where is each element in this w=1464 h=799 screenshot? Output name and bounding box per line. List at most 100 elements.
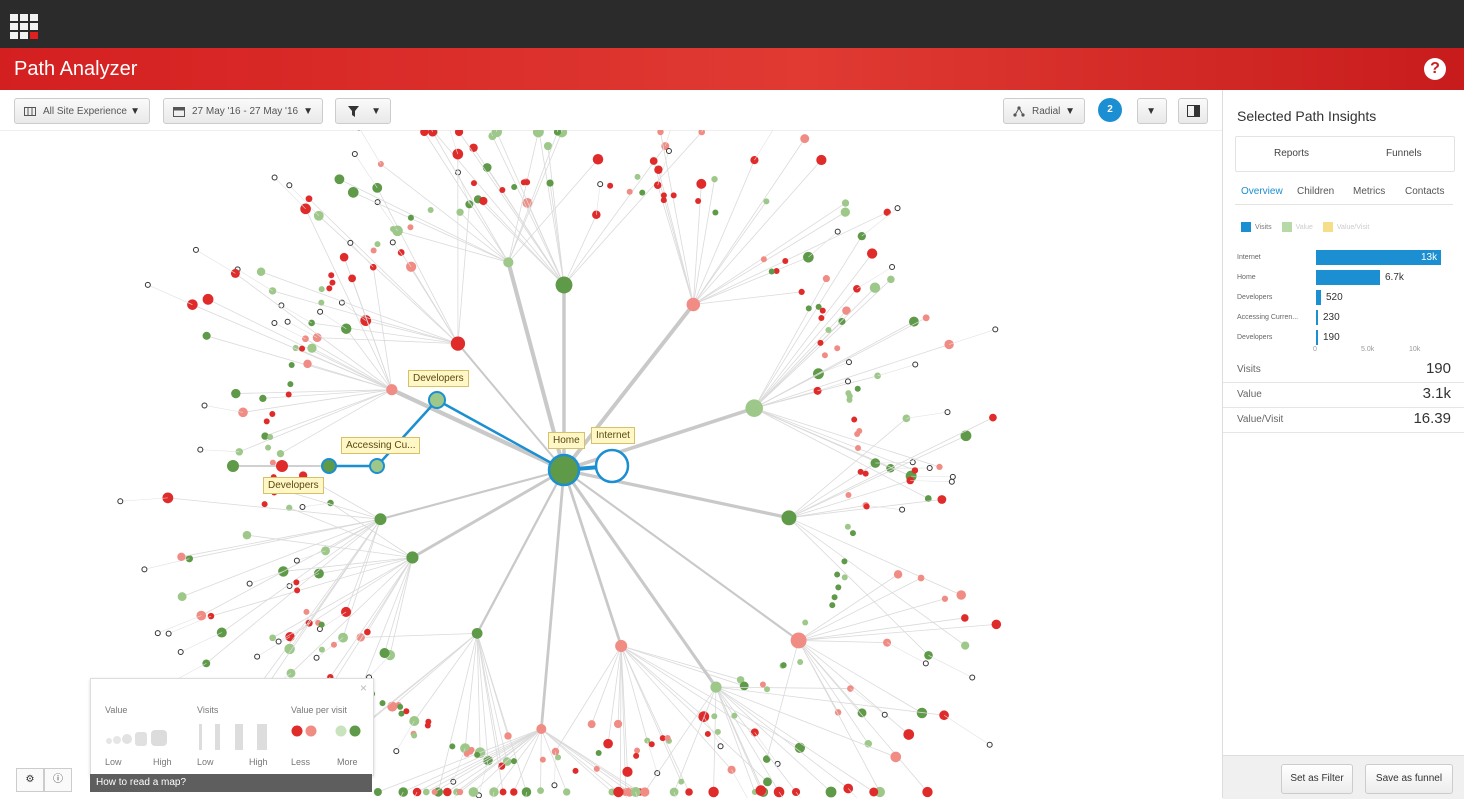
ring-node[interactable] xyxy=(820,308,826,314)
path-node[interactable] xyxy=(479,197,487,205)
ring-node[interactable] xyxy=(671,192,677,198)
ring-node[interactable] xyxy=(289,362,295,368)
ring-node[interactable] xyxy=(607,183,613,189)
path-node[interactable] xyxy=(903,414,911,422)
hub-node[interactable] xyxy=(782,510,797,525)
ring-node[interactable] xyxy=(847,393,853,399)
path-node[interactable] xyxy=(276,460,288,472)
ring-node[interactable] xyxy=(371,248,377,254)
path-node[interactable] xyxy=(989,414,997,422)
end-node[interactable] xyxy=(300,504,305,509)
ring-node[interactable] xyxy=(388,705,394,711)
path-node[interactable] xyxy=(711,176,717,182)
path-node[interactable] xyxy=(537,787,544,794)
ring-node[interactable] xyxy=(471,180,477,186)
accessing-node[interactable] xyxy=(370,459,384,473)
tab-overview[interactable]: Overview xyxy=(1241,186,1283,197)
date-range-dropdown[interactable]: 27 May '16 - 27 May '16 ▼ xyxy=(163,98,323,124)
path-node[interactable] xyxy=(657,130,663,135)
path-node[interactable] xyxy=(380,648,390,658)
path-node[interactable] xyxy=(763,198,769,204)
path-node[interactable] xyxy=(364,629,371,636)
ring-node[interactable] xyxy=(270,460,276,466)
path-node[interactable] xyxy=(937,495,946,504)
ring-node[interactable] xyxy=(428,207,434,213)
path-node[interactable] xyxy=(533,130,544,137)
end-node[interactable] xyxy=(276,639,281,644)
path-node[interactable] xyxy=(622,767,632,777)
legend-visits[interactable]: Visits xyxy=(1255,224,1272,231)
help-icon[interactable]: ? xyxy=(1424,58,1446,80)
tab-metrics[interactable]: Metrics xyxy=(1353,186,1385,197)
path-node[interactable] xyxy=(500,789,507,796)
path-node[interactable] xyxy=(740,682,749,691)
bar-visits[interactable] xyxy=(1316,290,1321,305)
ring-node[interactable] xyxy=(665,735,671,741)
ring-node[interactable] xyxy=(407,224,413,230)
ring-node[interactable] xyxy=(845,492,851,498)
ring-node[interactable] xyxy=(764,686,770,692)
ring-node[interactable] xyxy=(397,704,403,710)
path-node[interactable] xyxy=(593,154,604,165)
path-node[interactable] xyxy=(909,317,919,327)
path-node[interactable] xyxy=(178,592,187,601)
end-node[interactable] xyxy=(314,655,319,660)
ring-node[interactable] xyxy=(474,752,480,758)
ring-node[interactable] xyxy=(555,754,561,760)
path-node[interactable] xyxy=(341,607,351,617)
ring-node[interactable] xyxy=(318,300,324,306)
legend-value[interactable]: Value xyxy=(1296,224,1313,231)
tab-reports[interactable]: Reports xyxy=(1274,148,1309,159)
end-node[interactable] xyxy=(987,742,992,747)
ring-node[interactable] xyxy=(639,190,645,196)
ring-node[interactable] xyxy=(408,215,414,221)
path-node[interactable] xyxy=(842,199,849,206)
ring-node[interactable] xyxy=(695,198,701,204)
options-dropdown[interactable]: ▼ xyxy=(1137,98,1167,124)
filter-dropdown[interactable]: ▼ xyxy=(335,98,391,124)
path-node[interactable] xyxy=(763,777,772,786)
ring-node[interactable] xyxy=(835,584,841,590)
path-node[interactable] xyxy=(303,360,311,368)
ring-node[interactable] xyxy=(303,609,309,615)
ring-node[interactable] xyxy=(294,587,300,593)
ring-node[interactable] xyxy=(286,391,292,397)
path-node[interactable] xyxy=(510,788,517,795)
save-as-funnel-button[interactable]: Save as funnel xyxy=(1365,764,1453,794)
end-node[interactable] xyxy=(198,447,203,452)
path-node[interactable] xyxy=(956,590,966,600)
ring-node[interactable] xyxy=(449,743,455,749)
node-label-home[interactable]: Home xyxy=(548,432,585,449)
ring-node[interactable] xyxy=(594,766,600,772)
end-node[interactable] xyxy=(193,247,198,252)
ring-node[interactable] xyxy=(855,445,861,451)
ring-node[interactable] xyxy=(715,729,721,735)
path-node[interactable] xyxy=(858,708,867,717)
end-node[interactable] xyxy=(272,320,277,325)
ring-node[interactable] xyxy=(712,209,718,215)
internet-node[interactable] xyxy=(596,450,628,482)
end-node[interactable] xyxy=(272,175,277,180)
ring-node[interactable] xyxy=(573,768,579,774)
node-label-internet[interactable]: Internet xyxy=(591,427,635,444)
path-node[interactable] xyxy=(826,787,837,798)
path-node[interactable] xyxy=(685,788,693,796)
end-node[interactable] xyxy=(118,499,123,504)
path-node[interactable] xyxy=(823,275,830,282)
end-node[interactable] xyxy=(294,558,299,563)
hub-node[interactable] xyxy=(791,632,807,648)
path-node[interactable] xyxy=(870,282,880,292)
ring-node[interactable] xyxy=(267,434,273,440)
ring-node[interactable] xyxy=(856,428,862,434)
settings-icon[interactable]: ⚙ xyxy=(16,768,44,792)
how-to-read-link[interactable]: How to read a map? xyxy=(90,774,372,792)
ring-node[interactable] xyxy=(864,504,870,510)
ring-node[interactable] xyxy=(855,386,861,392)
end-node[interactable] xyxy=(993,327,998,332)
selected-count-badge[interactable]: 2 xyxy=(1098,98,1122,122)
end-node[interactable] xyxy=(255,654,260,659)
end-node[interactable] xyxy=(247,581,252,586)
ring-node[interactable] xyxy=(596,750,602,756)
hub-node[interactable] xyxy=(536,724,546,734)
path-node[interactable] xyxy=(708,787,718,797)
